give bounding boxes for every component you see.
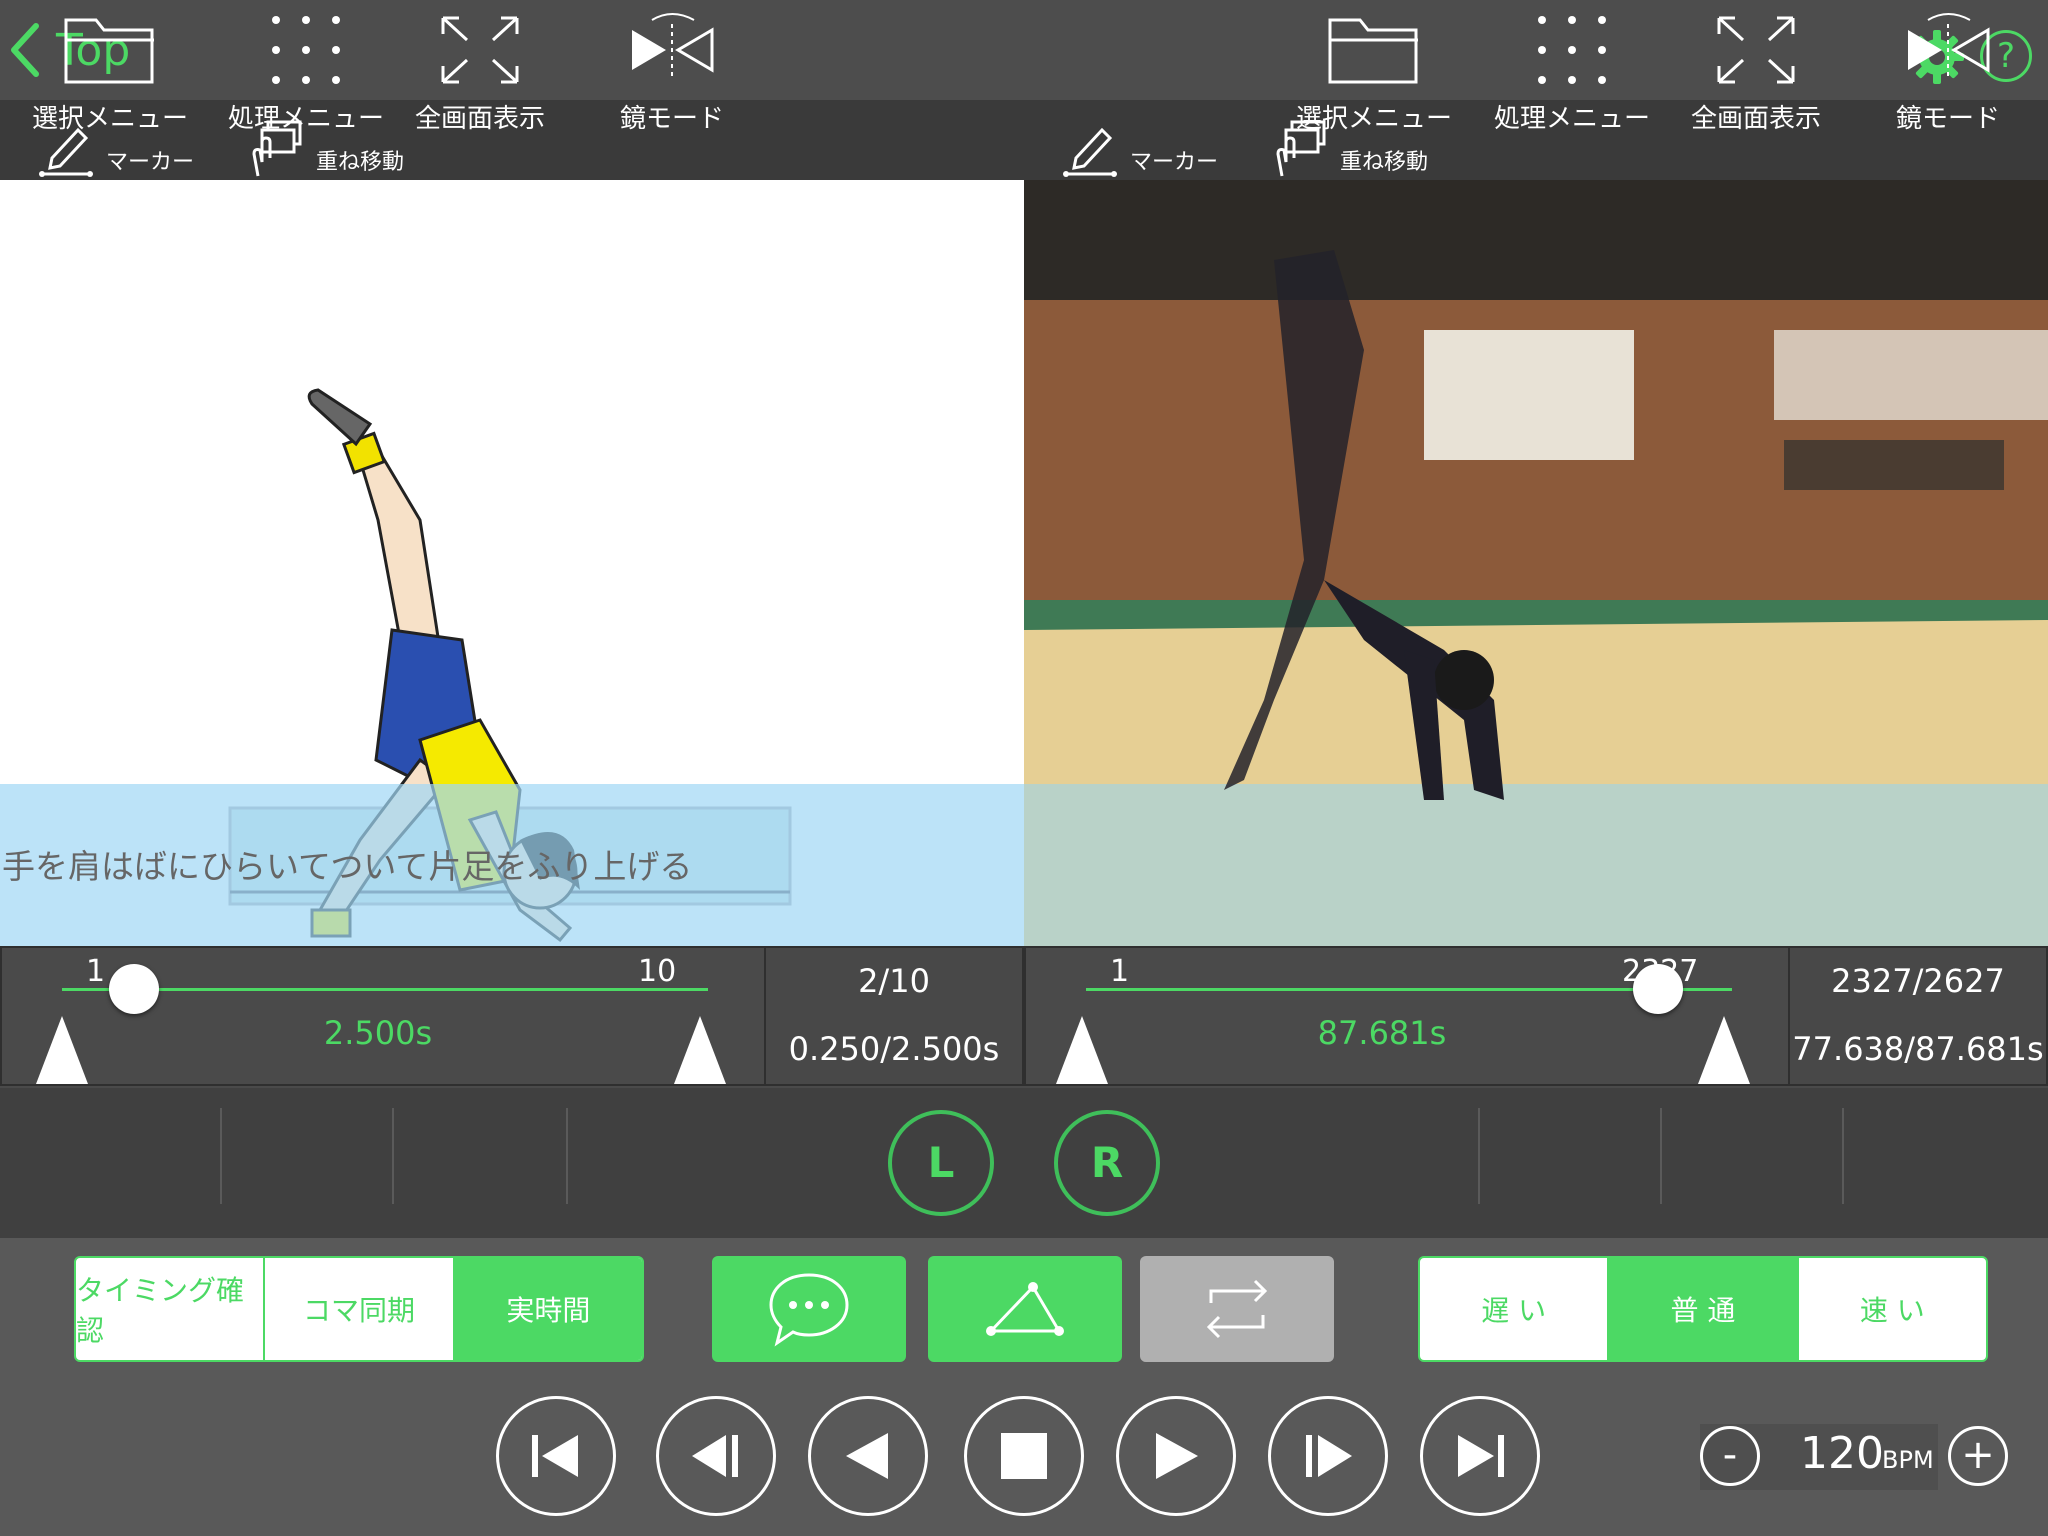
step-back-icon <box>692 1435 738 1477</box>
right-slider-time: 87.681s <box>1317 1014 1447 1052</box>
left-start-handle[interactable] <box>36 1016 88 1084</box>
pen-icon <box>1063 127 1117 177</box>
sync-option-frame[interactable]: コマ同期 <box>265 1258 455 1360</box>
bpm-decrease-button[interactable]: - <box>1700 1426 1760 1486</box>
comment-button[interactable] <box>712 1256 906 1362</box>
left-process-menu-button[interactable]: 処理メニュー <box>224 10 388 150</box>
mirror-icon <box>1908 13 1990 80</box>
skip-start-icon <box>532 1435 578 1477</box>
left-video-view[interactable]: 手を肩はばにひらいてついて片足をふり上げる <box>0 180 1024 946</box>
separator <box>1478 1108 1480 1204</box>
sync-mode-selector: タイミング確認 コマ同期 実時間 <box>74 1256 644 1362</box>
speed-option-fast[interactable]: 速 い <box>1799 1258 1986 1360</box>
sync-option-timing[interactable]: タイミング確認 <box>76 1258 266 1360</box>
stop-icon <box>1001 1433 1047 1479</box>
right-fullscreen-label: 全画面表示 <box>1690 104 1821 134</box>
right-process-menu-button[interactable]: 処理メニュー <box>1490 10 1654 150</box>
right-channel-button[interactable]: R <box>1054 1110 1160 1216</box>
separator <box>1842 1108 1844 1204</box>
skip-end-icon <box>1458 1435 1504 1477</box>
play-reverse-button[interactable] <box>808 1396 928 1516</box>
right-slider-max: 2327 <box>1622 954 1699 989</box>
speech-bubble-icon <box>769 1273 849 1347</box>
left-frame-track[interactable] <box>62 988 708 991</box>
expand-icon <box>441 16 519 84</box>
speed-selector: 遅 い 普 通 速 い <box>1418 1256 1988 1362</box>
skip-to-end-button[interactable] <box>1420 1396 1540 1516</box>
left-mirror-mode-button[interactable]: 鏡モード <box>590 10 754 150</box>
left-frame-counter: 2/10 <box>858 962 930 1000</box>
dots-grid-icon <box>1538 16 1606 84</box>
right-slider-panel: 1 2327 87.681s <box>1024 946 1790 1086</box>
mirror-icon <box>632 13 714 80</box>
left-fullscreen-button[interactable]: 全画面表示 <box>398 10 562 150</box>
left-mirror-mode-label: 鏡モード <box>619 104 724 134</box>
expand-icon <box>1717 16 1795 84</box>
left-frame-knob[interactable] <box>108 964 159 1014</box>
step-forward-icon <box>1306 1435 1352 1477</box>
left-end-handle[interactable] <box>674 1016 726 1084</box>
right-fullscreen-button[interactable]: 全画面表示 <box>1674 10 1838 150</box>
stop-button[interactable] <box>964 1396 1084 1516</box>
folder-icon <box>1328 18 1418 84</box>
right-mirror-mode-button[interactable]: 鏡モード <box>1866 10 2030 150</box>
dots-grid-icon <box>272 16 340 84</box>
right-marker-label: マーカー <box>1130 150 1219 175</box>
left-slider-panel: 1 10 2.500s <box>0 946 766 1086</box>
sync-option-realtime[interactable]: 実時間 <box>454 1258 642 1360</box>
step-back-button[interactable] <box>656 1396 776 1516</box>
menu-bar <box>0 1088 2048 1238</box>
left-process-menu-label: 処理メニュー <box>227 104 384 134</box>
speed-option-normal[interactable]: 普 通 <box>1609 1258 1799 1360</box>
separator <box>1660 1108 1662 1204</box>
step-forward-button[interactable] <box>1268 1396 1388 1516</box>
bpm-increase-button[interactable]: + <box>1948 1426 2008 1486</box>
angle-tool-button[interactable] <box>928 1256 1122 1362</box>
right-mirror-mode-label: 鏡モード <box>1895 104 2000 134</box>
right-slider-min: 1 <box>1110 954 1130 989</box>
left-slider-time: 2.500s <box>323 1014 433 1052</box>
separator <box>392 1108 394 1204</box>
right-frame-counter: 2327/2627 <box>1831 962 2005 1000</box>
right-end-handle[interactable] <box>1698 1016 1750 1084</box>
video-frame <box>1024 180 2048 946</box>
bpm-value: 120 <box>1800 1428 1884 1479</box>
separator <box>220 1108 222 1204</box>
folder-icon <box>64 18 154 84</box>
right-video-view[interactable] <box>1024 180 2048 946</box>
play-icon <box>1156 1433 1198 1479</box>
left-select-menu-button[interactable]: 選択メニュー <box>20 10 200 150</box>
right-info-panel: 2327/2627 77.638/87.681s <box>1788 946 2048 1086</box>
left-time-counter: 0.250/2.500s <box>788 1030 1000 1068</box>
play-reverse-icon <box>846 1433 888 1479</box>
loop-button[interactable] <box>1140 1256 1334 1362</box>
skip-to-start-button[interactable] <box>496 1396 616 1516</box>
caption-text: 手を肩はばにひらいてついて片足をふり上げる <box>2 847 693 886</box>
speed-option-slow[interactable]: 遅 い <box>1420 1258 1610 1360</box>
left-fullscreen-label: 全画面表示 <box>414 104 545 134</box>
left-slider-min: 1 <box>86 954 106 989</box>
right-time-counter: 77.638/87.681s <box>1792 1030 2044 1068</box>
bpm-unit: BPM <box>1882 1446 1934 1474</box>
left-slider-max: 10 <box>638 954 677 989</box>
left-info-panel: 2/10 0.250/2.500s <box>764 946 1024 1086</box>
play-button[interactable] <box>1116 1396 1236 1516</box>
left-select-menu-label: 選択メニュー <box>31 104 188 134</box>
right-select-menu-label: 選択メニュー <box>1295 104 1452 134</box>
right-process-menu-label: 処理メニュー <box>1493 104 1650 134</box>
left-channel-button[interactable]: L <box>888 1110 994 1216</box>
right-select-menu-button[interactable]: 選択メニュー <box>1284 10 1464 150</box>
right-marker-button[interactable]: マーカー <box>1062 108 1218 178</box>
loop-icon <box>1206 1279 1268 1339</box>
angle-icon <box>986 1282 1064 1336</box>
right-start-handle[interactable] <box>1056 1016 1108 1084</box>
separator <box>566 1108 568 1204</box>
